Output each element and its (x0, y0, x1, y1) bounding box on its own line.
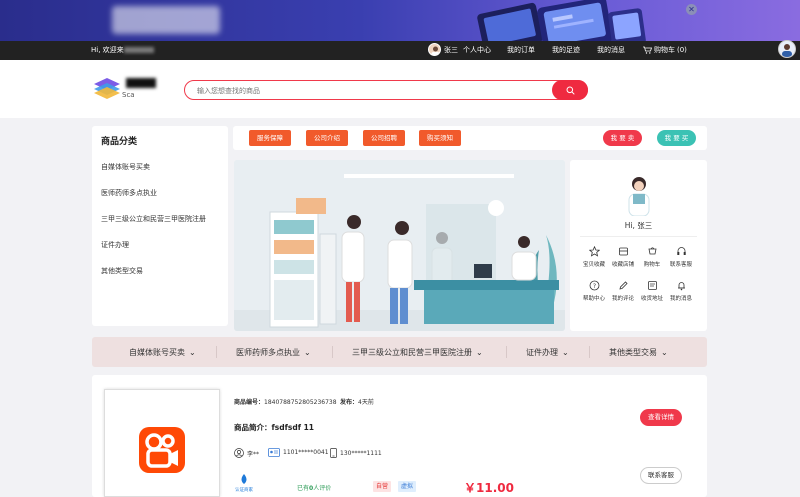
user-card-avatar[interactable] (624, 174, 654, 216)
product-intro: 商品简介：fsdfsdf 11 (234, 423, 315, 432)
strip-item-hospital-registration[interactable]: 三甲三级公立和民营三甲医院注册 ⌄ (352, 347, 483, 358)
quick-help-center[interactable]: ? 帮助中心 (579, 280, 609, 302)
banner-devices-illustration (477, 0, 646, 41)
edit-icon (618, 281, 628, 290)
tag-company-intro[interactable]: 公司介绍 (306, 130, 348, 146)
star-icon (588, 246, 600, 257)
cart-count: (0) (677, 46, 687, 54)
sell-button[interactable]: 我 要 卖 (603, 130, 642, 146)
address-icon (647, 281, 657, 290)
strip-separator (506, 346, 507, 358)
top-nav-bar: Hi, 欢迎来 张三 个人中心 我的订单 我的足迹 我的消息 购物车 (0) (0, 41, 800, 60)
strip-item-media-account[interactable]: 自媒体账号买卖 ⌄ (129, 347, 196, 358)
review-count: 已有0人评价 (297, 485, 332, 492)
search-input[interactable] (197, 85, 537, 96)
quick-store-favorites[interactable]: 收藏店铺 (608, 246, 638, 268)
hero-medical-illustration (234, 160, 565, 331)
category-sidebar: 商品分类 自媒体账号买卖 医师药师多点执业 三甲三级公立和民营三甲医院注册 证件… (92, 126, 228, 326)
top-banner[interactable]: ✕ (0, 0, 800, 41)
search-box (184, 80, 588, 100)
user-greeting: Hi, 张三 (624, 221, 653, 230)
user-icon (234, 448, 244, 458)
nav-link-my-messages[interactable]: 我的消息 (597, 45, 625, 55)
category-item-other[interactable]: 其他类型交易 (101, 266, 143, 276)
logo-icon[interactable] (92, 76, 122, 100)
water-drop-icon (241, 474, 247, 484)
strip-item-certificate[interactable]: 证件办理 ⌄ (526, 347, 569, 358)
logo-text: Sca (122, 78, 172, 99)
view-details-button[interactable]: 查看详情 (640, 409, 682, 426)
welcome-text: Hi, 欢迎来 (91, 45, 154, 55)
chevron-down-icon: ⌄ (189, 348, 196, 357)
nav-link-my-orders[interactable]: 我的订单 (507, 45, 535, 55)
quick-address[interactable]: 收货地址 (637, 280, 667, 302)
product-publish-time: 发布：4天前 (340, 399, 374, 406)
category-item-media-account[interactable]: 自媒体账号买卖 (101, 162, 150, 172)
category-item-certificate[interactable]: 证件办理 (101, 240, 129, 250)
help-icon: ? (589, 280, 599, 291)
certified-merchant: 认证商家 (234, 473, 254, 493)
badge-virtual: 虚拟 (398, 481, 417, 492)
seller-phone: 130*****1111 (330, 448, 382, 458)
quick-my-reviews[interactable]: 我的评论 (608, 280, 638, 302)
buy-button[interactable]: 我 要 买 (657, 130, 696, 146)
quick-customer-service[interactable]: 联系客服 (666, 246, 696, 268)
badge-self-operated: 自营 (373, 481, 392, 492)
strip-item-other[interactable]: 其他类型交易 ⌄ (609, 347, 668, 358)
user-card: Hi, 张三 宝贝收藏 收藏店铺 购物车 联系客服 ? 帮助中心 我的评论 收货… (570, 160, 707, 331)
tag-service-guarantee[interactable]: 服务保障 (249, 130, 291, 146)
hero-banner[interactable] (234, 160, 565, 331)
product-image[interactable] (104, 389, 220, 497)
nav-link-my-footprint[interactable]: 我的足迹 (552, 45, 580, 55)
contact-service-button[interactable]: 联系客服 (640, 467, 682, 484)
nav-cart[interactable]: 购物车 (0) (643, 45, 687, 55)
strip-separator (332, 346, 333, 358)
kuaishou-logo-icon (139, 427, 185, 473)
svg-text:?: ? (592, 283, 595, 290)
id-card-icon (268, 448, 280, 457)
chevron-down-icon: ⌄ (304, 348, 311, 357)
phone-icon (330, 448, 337, 458)
nav-link-personal-center[interactable]: 个人中心 (463, 45, 491, 55)
logo-name-blurred (126, 78, 156, 88)
chevron-down-icon: ⌄ (562, 348, 569, 357)
strip-item-doctor-practice[interactable]: 医师药师多点执业 ⌄ (236, 347, 311, 358)
cart-icon (643, 46, 652, 54)
seller-id-card: 1101*****0041 (268, 448, 329, 457)
chevron-down-icon: ⌄ (661, 348, 668, 357)
banner-title-blurred (112, 6, 220, 34)
user-card-divider (580, 236, 697, 237)
user-avatar-right[interactable] (778, 40, 796, 58)
chevron-down-icon: ⌄ (476, 348, 483, 357)
site-header: Sca (0, 60, 800, 118)
bell-icon (677, 282, 685, 291)
product-price: ￥11.00 (464, 481, 514, 495)
category-item-hospital-registration[interactable]: 三甲三级公立和民营三甲医院注册 (101, 214, 206, 224)
category-strip: 自媒体账号买卖 ⌄ 医师药师多点执业 ⌄ 三甲三级公立和民营三甲医院注册 ⌄ 证件办理… (92, 337, 707, 367)
quick-favorites[interactable]: 宝贝收藏 (579, 246, 609, 268)
quick-my-messages[interactable]: 我的消息 (666, 280, 696, 302)
product-code: 商品编号：1840788752805236738 (234, 399, 337, 406)
search-button[interactable] (552, 80, 588, 100)
strip-separator (216, 346, 217, 358)
product-card: 商品编号：1840788752805236738 发布：4天前 商品简介：fsd… (92, 375, 707, 497)
blurred-site-name (123, 47, 154, 53)
user-name[interactable]: 张三 (444, 45, 458, 55)
user-menu[interactable]: 张三 (428, 43, 458, 56)
store-icon (618, 247, 628, 256)
category-item-doctor-practice[interactable]: 医师药师多点执业 (101, 188, 157, 198)
category-title: 商品分类 (101, 137, 138, 147)
user-avatar-small (428, 43, 441, 56)
quick-cart[interactable]: 购物车 (637, 246, 667, 268)
tag-company-recruit[interactable]: 公司招聘 (363, 130, 405, 146)
banner-close-icon[interactable]: ✕ (686, 4, 697, 15)
search-icon (566, 86, 575, 95)
tag-purchase-notice[interactable]: 购买须知 (419, 130, 461, 146)
strip-separator (589, 346, 590, 358)
seller-info: 李** (234, 448, 259, 458)
cart-icon (648, 247, 656, 255)
action-bar: 服务保障 公司介绍 公司招聘 购买须知 我 要 卖 我 要 买 (233, 126, 707, 150)
headset-icon (676, 247, 686, 255)
